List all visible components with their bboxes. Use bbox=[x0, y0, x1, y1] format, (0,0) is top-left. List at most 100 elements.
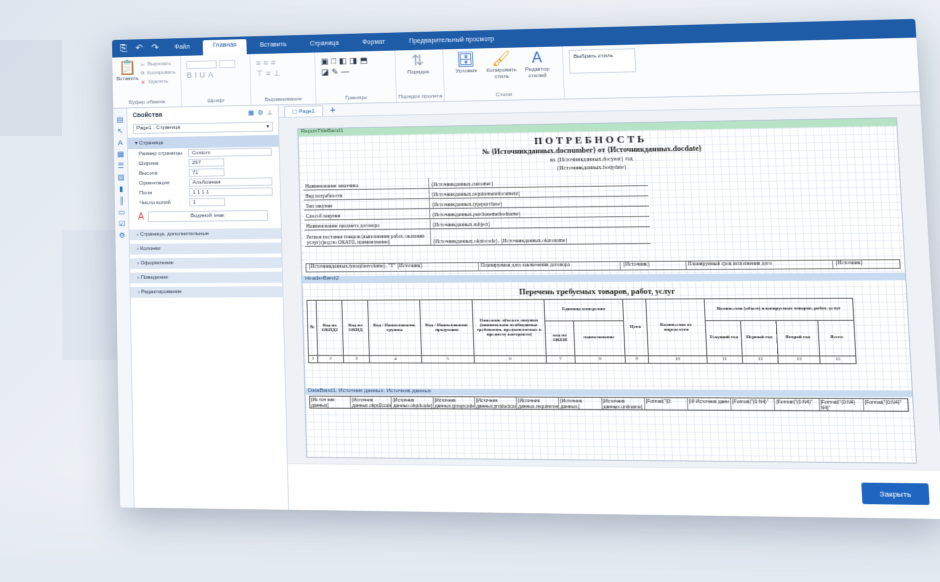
paste-button[interactable]: 📋 Вставить bbox=[118, 60, 138, 87]
page-size-select[interactable]: Custom bbox=[188, 148, 272, 157]
header-band[interactable]: HeaderBand2 bbox=[302, 273, 905, 284]
copies-input[interactable]: 1 bbox=[189, 198, 225, 207]
align-group: ≡ ≡ ≡ ⊤ ≡ ⊥ Выравнивание bbox=[250, 53, 316, 105]
border-left-icon[interactable]: ◧ bbox=[339, 56, 347, 66]
app-stage: ⎘ ↶ ↷ Файл Главная Вставить Страница Фор… bbox=[111, 0, 940, 521]
properties-header: Свойства ▦ ⚙ ⊥ bbox=[127, 105, 278, 122]
paste-icon: 📋 bbox=[119, 61, 137, 77]
tab-home[interactable]: Главная bbox=[203, 39, 247, 55]
chart-icon[interactable]: ▮ bbox=[119, 185, 123, 193]
fill-color-icon[interactable]: ◪ bbox=[321, 67, 329, 77]
work-area: ▤ ↖ A ▦ ☰ ▥ ▮ ║ ▭ ☑ ⚙ Свойства ▦ ⚙ ⊥ Pag… bbox=[113, 92, 940, 519]
tab-insert[interactable]: Вставить bbox=[250, 38, 297, 51]
align-middle-icon[interactable]: ≡ bbox=[266, 69, 271, 78]
font-size-select[interactable] bbox=[219, 59, 235, 67]
align-center-icon[interactable]: ≡ bbox=[263, 58, 268, 67]
items-subtitle[interactable]: Перечень требуемых товаров, работ, услуг bbox=[302, 285, 906, 297]
properties-title: Свойства bbox=[133, 112, 162, 119]
category-page-extra[interactable]: › Страница, дополнительные bbox=[129, 228, 281, 240]
width-input[interactable]: 297 bbox=[188, 158, 224, 167]
border-right-icon[interactable]: ◨ bbox=[349, 56, 357, 66]
properties-panel: Свойства ▦ ⚙ ⊥ Page1 : Страница ▾ ▾ Стра… bbox=[127, 105, 289, 509]
plan-row: {Источникданных.fyearplanvolume}, "Т" {И… bbox=[305, 259, 900, 272]
tab-page[interactable]: Страница bbox=[300, 37, 349, 50]
pointer-icon[interactable]: ↖ bbox=[117, 127, 123, 135]
close-button[interactable]: Закрыть bbox=[861, 483, 929, 505]
undo-icon[interactable]: ↶ bbox=[133, 43, 145, 53]
font-color-icon[interactable]: A bbox=[208, 70, 214, 79]
delete-button[interactable]: ✕ Удалить bbox=[141, 77, 176, 87]
brush-icon: 🖌 bbox=[491, 51, 511, 68]
group-label: Границы bbox=[316, 95, 396, 102]
report-page[interactable]: ReportTitleBand1 ПОТРЕБНОСТЬ № {Источник… bbox=[297, 117, 917, 463]
settings-icon[interactable]: ⚙ bbox=[119, 231, 125, 239]
font-family-select[interactable] bbox=[186, 60, 216, 69]
shape-icon[interactable]: ▭ bbox=[118, 208, 125, 216]
tab-file[interactable]: Файл bbox=[165, 41, 200, 53]
add-page-icon[interactable]: + bbox=[326, 106, 339, 116]
report-designer-window: ⎘ ↶ ↷ Файл Главная Вставить Страница Фор… bbox=[112, 19, 940, 519]
tab-format[interactable]: Формат bbox=[352, 36, 395, 49]
table-header-row: № Код по ОКПД2 Код по ОКПД Код / Наимено… bbox=[307, 298, 854, 321]
tab-order-button[interactable]: ⇅ Порядок bbox=[401, 53, 435, 76]
watermark-row: A Водяной знак bbox=[129, 206, 281, 226]
watermark-button[interactable]: Водяной знак bbox=[147, 210, 268, 222]
pin-icon[interactable]: ⊥ bbox=[267, 109, 273, 116]
align-top-icon[interactable]: ⊤ bbox=[256, 69, 263, 79]
font-group: BIUA Шрифт bbox=[181, 54, 252, 106]
border-top-icon[interactable]: ⬒ bbox=[360, 55, 368, 65]
table-icon[interactable]: ▥ bbox=[118, 173, 125, 181]
order-icon: ⇅ bbox=[411, 53, 424, 70]
background-panel bbox=[0, 40, 62, 136]
bold-icon[interactable]: B bbox=[187, 71, 193, 80]
align-left-icon[interactable]: ≡ bbox=[256, 58, 261, 67]
styles-group: 🗄 Условия 🖌 Копировать стиль A Редактор … bbox=[443, 46, 565, 101]
chevron-down-icon: ▾ bbox=[266, 123, 269, 129]
gear-icon[interactable]: ⚙ bbox=[258, 109, 264, 116]
data-row: [Ис точ ник данных] [Источник данных.okp… bbox=[309, 396, 909, 412]
image-icon[interactable]: ▦ bbox=[117, 150, 124, 158]
band-icon[interactable]: ☰ bbox=[118, 162, 124, 170]
category-appearance[interactable]: › Оформление bbox=[130, 257, 282, 269]
info-table: Наименование заказчика {Источникданных.cu… bbox=[303, 175, 650, 247]
category-columns[interactable]: › Колонки bbox=[130, 243, 282, 255]
margins-input[interactable]: 1 1 1 1 bbox=[189, 187, 273, 196]
category-editing[interactable]: › Редактирование bbox=[131, 286, 283, 298]
table-row: Регион поставки товаров (выполнения рабо… bbox=[305, 226, 651, 246]
align-bottom-icon[interactable]: ⊥ bbox=[273, 68, 280, 78]
dialog-footer bbox=[288, 463, 940, 519]
cut-icon: ✂ bbox=[140, 62, 145, 68]
italic-icon[interactable]: I bbox=[195, 71, 197, 80]
line-style-icon[interactable]: ― bbox=[341, 67, 349, 76]
border-none-icon[interactable]: □ bbox=[331, 57, 336, 66]
select-style-dropdown[interactable]: Выбрать стиль bbox=[569, 48, 637, 73]
tab-preview[interactable]: Предварительный просмотр bbox=[399, 33, 505, 47]
tab-page1[interactable]: ▢ Page1 bbox=[284, 105, 323, 117]
group-label: Буфер обмена bbox=[113, 99, 181, 106]
delete-icon: ✕ bbox=[141, 79, 146, 85]
underline-icon[interactable]: U bbox=[199, 70, 205, 79]
height-input[interactable]: 71 bbox=[189, 168, 225, 177]
checkbox-icon[interactable]: ☑ bbox=[119, 220, 125, 228]
group-label: Порядок пролета bbox=[397, 94, 444, 100]
align-right-icon[interactable]: ≡ bbox=[271, 58, 276, 67]
orientation-select[interactable]: Альбомная bbox=[189, 177, 273, 186]
categorized-icon[interactable]: ▦ bbox=[248, 109, 254, 116]
text-color-icon: A bbox=[138, 212, 144, 222]
save-icon[interactable]: ⎘ bbox=[117, 43, 129, 53]
redo-icon[interactable]: ↷ bbox=[149, 43, 162, 53]
line-color-icon[interactable]: ✎ bbox=[331, 67, 338, 77]
properties-icon[interactable]: ▤ bbox=[117, 116, 124, 124]
category-behavior[interactable]: › Поведение bbox=[130, 272, 282, 284]
select-style-group: Выбрать стиль bbox=[563, 44, 651, 98]
component-selector[interactable]: Page1 : Страница ▾ bbox=[133, 122, 273, 134]
tab-order-group: ⇅ Порядок Порядок пролета bbox=[395, 49, 445, 102]
border-all-icon[interactable]: ▣ bbox=[321, 56, 329, 66]
barcode-icon[interactable]: ║ bbox=[119, 196, 124, 204]
style-editor-icon: A bbox=[532, 51, 543, 68]
column-numbers-row: 1 2 3 4 5 6 7 8 9 10 11 12 13 15 bbox=[308, 355, 856, 363]
items-table: № Код по ОКПД2 Код по ОКПД Код / Наимено… bbox=[306, 298, 856, 364]
design-canvas: ▢ Page1 + ReportTitleBand1 ПОТРЕБНОСТЬ №… bbox=[279, 92, 940, 519]
borders-group: ▣ □ ◧ ◨ ⬒ ◪ ✎ ― Границы bbox=[315, 51, 397, 104]
text-icon[interactable]: A bbox=[118, 139, 123, 147]
